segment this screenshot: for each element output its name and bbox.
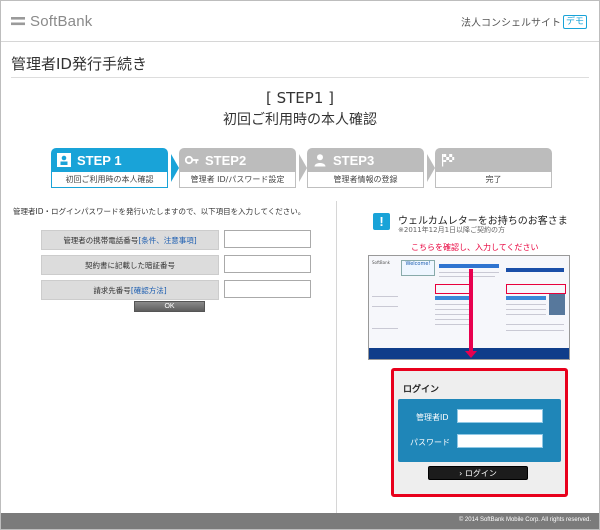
step-3-pill: STEP3	[307, 148, 424, 172]
letter-line	[435, 314, 469, 315]
letter-line	[506, 330, 564, 331]
softbank-logo-icon	[11, 17, 25, 26]
form-row-pin: 契約書に記載した暗証番号	[41, 255, 313, 277]
letter-line	[435, 324, 469, 325]
pin-input[interactable]	[224, 255, 311, 273]
column-divider	[336, 201, 337, 513]
login-button[interactable]: › ログイン	[428, 466, 528, 480]
brand-name: SoftBank	[30, 13, 93, 30]
form-row-phone: 管理者の携帯電話番号[条件、注意事項]	[41, 230, 313, 252]
conditions-link[interactable]: [条件、注意事項]	[138, 236, 196, 245]
step-3-caption: 管理者情報の登録	[307, 172, 424, 188]
pin-label-text: 契約書に記載した暗証番号	[85, 261, 175, 270]
letter-photo	[549, 293, 565, 315]
form-row-billing: 請求先番号[確認方法]	[41, 280, 313, 302]
step-1: STEP 1 初回ご利用時の本人確認	[51, 148, 179, 188]
step-2-label: STEP2	[205, 152, 247, 168]
phone-label: 管理者の携帯電話番号[条件、注意事項]	[41, 230, 219, 250]
letter-line	[372, 328, 398, 329]
password-label: パスワード	[410, 438, 450, 447]
letter-line	[435, 309, 469, 310]
letter-bar	[506, 268, 564, 272]
step-3: STEP3 管理者情報の登録	[307, 148, 435, 188]
letter-bar	[439, 264, 499, 268]
letter-line	[372, 306, 398, 307]
letter-welcome-box: Welcome!	[401, 260, 435, 276]
letter-line	[439, 276, 495, 277]
id-card-icon	[57, 153, 71, 167]
letter-bar	[506, 296, 546, 300]
step-1-pill: STEP 1	[51, 148, 168, 172]
title-divider	[11, 77, 589, 78]
step-2-caption: 管理者 ID/パスワード設定	[179, 172, 296, 188]
login-box: ログイン 管理者ID パスワード › ログイン	[391, 368, 568, 497]
letter-logo: SoftBank	[372, 260, 390, 265]
billing-label: 請求先番号[確認方法]	[41, 280, 219, 300]
login-panel: 管理者ID パスワード	[398, 399, 561, 462]
welcome-cta: こちらを確認し、入力してください	[411, 243, 539, 252]
step-2: STEP2 管理者 ID/パスワード設定	[179, 148, 307, 188]
top-bar: SoftBank 法人コンシェルサイト デモ	[1, 1, 599, 42]
verification-form: 管理者の携帯電話番号[条件、注意事項] 契約書に記載した暗証番号 請求先番号[確…	[41, 230, 313, 305]
how-to-check-link[interactable]: [確認方法]	[131, 286, 167, 295]
checkered-flag-icon	[442, 154, 455, 167]
brand-logo[interactable]: SoftBank	[11, 13, 92, 30]
person-icon	[314, 154, 326, 167]
letter-line	[506, 324, 564, 325]
progress-stepper: STEP 1 初回ご利用時の本人確認 STEP2 管理者 ID/パスワード設定	[51, 148, 552, 190]
arrow-down-icon	[465, 351, 477, 358]
step-3-arrow	[427, 154, 435, 182]
letter-line	[506, 304, 546, 305]
letter-line	[372, 296, 398, 297]
letter-line	[506, 309, 546, 310]
demo-badge: デモ	[562, 14, 587, 29]
page-frame: SoftBank 法人コンシェルサイト デモ 管理者ID発行手続き [ STEP…	[0, 0, 600, 530]
letter-bar	[435, 296, 469, 300]
notice-icon: !	[373, 213, 390, 230]
step-2-arrow	[299, 154, 307, 182]
step-heading: [ STEP1 ]	[266, 89, 334, 107]
pin-label: 契約書に記載した暗証番号	[41, 255, 219, 275]
letter-line	[435, 304, 469, 305]
step-complete-pill	[435, 148, 552, 172]
admin-id-label: 管理者ID	[416, 413, 449, 422]
copyright: © 2014 SoftBank Mobile Corp. All rights …	[458, 517, 591, 523]
step-subtitle: 初回ご利用時の本人確認	[223, 112, 377, 128]
pointer-arrow	[469, 269, 473, 353]
step-1-arrow	[171, 154, 179, 182]
password-input[interactable]	[457, 434, 543, 448]
login-title: ログイン	[403, 385, 440, 395]
form-instruction: 管理者ID・ログインパスワードを発行いたしますので、以下項目を入力してください。	[13, 207, 306, 216]
step-3-label: STEP3	[333, 152, 375, 168]
letter-welcome-text: Welcome!	[405, 261, 431, 267]
ok-button[interactable]: OK	[134, 301, 205, 312]
site-name: 法人コンシェルサイト デモ	[461, 14, 587, 29]
phone-number-input[interactable]	[224, 230, 311, 248]
key-icon	[185, 155, 199, 165]
letter-line	[506, 314, 546, 315]
letter-line	[435, 319, 469, 320]
step-1-caption: 初回ご利用時の本人確認	[51, 172, 168, 188]
phone-label-text: 管理者の携帯電話番号	[63, 236, 139, 245]
step-2-pill: STEP2	[179, 148, 296, 172]
letter-highlight	[506, 284, 566, 294]
step-complete: 完了	[435, 148, 555, 188]
billing-number-input[interactable]	[224, 280, 311, 298]
step-complete-caption: 完了	[435, 172, 552, 188]
billing-label-text: 請求先番号	[93, 286, 131, 295]
letter-highlight	[435, 284, 472, 294]
footer: © 2014 SoftBank Mobile Corp. All rights …	[1, 513, 599, 529]
site-name-text: 法人コンシェルサイト	[460, 18, 561, 29]
welcome-note: ※2011年12月1日以降ご契約の方	[398, 226, 506, 234]
admin-id-input[interactable]	[457, 409, 543, 423]
step-1-label: STEP 1	[77, 152, 122, 168]
page-title: 管理者ID発行手続き	[11, 55, 147, 73]
